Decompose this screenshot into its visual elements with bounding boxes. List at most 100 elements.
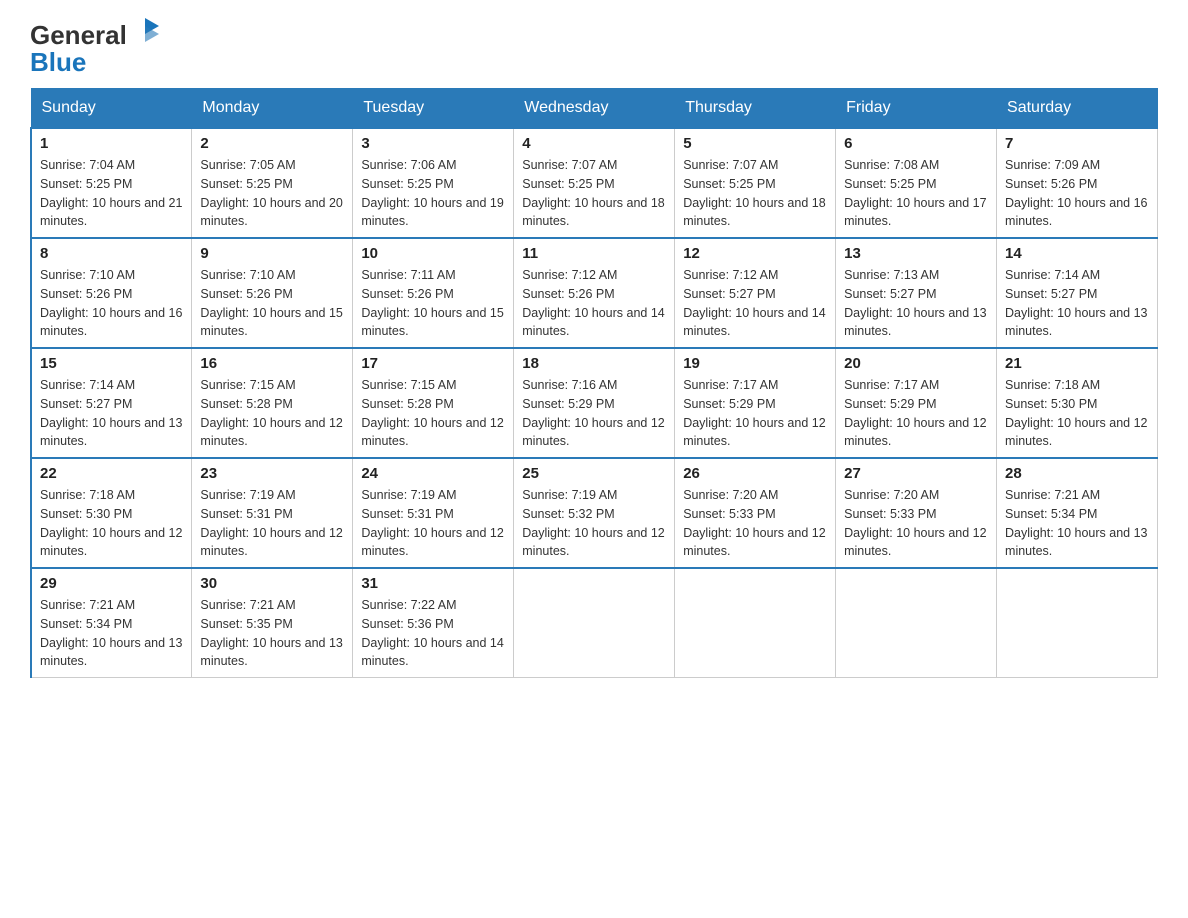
- cell-info: Sunrise: 7:19 AMSunset: 5:32 PMDaylight:…: [522, 486, 666, 561]
- cell-info: Sunrise: 7:09 AMSunset: 5:26 PMDaylight:…: [1005, 156, 1149, 231]
- day-number: 14: [1005, 245, 1149, 262]
- cell-info: Sunrise: 7:17 AMSunset: 5:29 PMDaylight:…: [844, 376, 988, 451]
- cell-info: Sunrise: 7:04 AMSunset: 5:25 PMDaylight:…: [40, 156, 183, 231]
- calendar-cell: 21 Sunrise: 7:18 AMSunset: 5:30 PMDaylig…: [997, 348, 1158, 458]
- cell-info: Sunrise: 7:12 AMSunset: 5:27 PMDaylight:…: [683, 266, 827, 341]
- header-sunday: Sunday: [31, 89, 192, 129]
- page-header: General Blue: [30, 20, 1158, 78]
- calendar-cell: 20 Sunrise: 7:17 AMSunset: 5:29 PMDaylig…: [836, 348, 997, 458]
- weekday-header-row: SundayMondayTuesdayWednesdayThursdayFrid…: [31, 89, 1158, 129]
- calendar-cell: 13 Sunrise: 7:13 AMSunset: 5:27 PMDaylig…: [836, 238, 997, 348]
- calendar-cell: [836, 568, 997, 678]
- calendar-cell: 2 Sunrise: 7:05 AMSunset: 5:25 PMDayligh…: [192, 128, 353, 238]
- cell-info: Sunrise: 7:07 AMSunset: 5:25 PMDaylight:…: [522, 156, 666, 231]
- day-number: 30: [200, 575, 344, 592]
- calendar-cell: 31 Sunrise: 7:22 AMSunset: 5:36 PMDaylig…: [353, 568, 514, 678]
- day-number: 23: [200, 465, 344, 482]
- calendar-cell: 17 Sunrise: 7:15 AMSunset: 5:28 PMDaylig…: [353, 348, 514, 458]
- calendar-cell: 1 Sunrise: 7:04 AMSunset: 5:25 PMDayligh…: [31, 128, 192, 238]
- logo-blue-text: Blue: [30, 47, 86, 78]
- cell-info: Sunrise: 7:14 AMSunset: 5:27 PMDaylight:…: [40, 376, 183, 451]
- cell-info: Sunrise: 7:16 AMSunset: 5:29 PMDaylight:…: [522, 376, 666, 451]
- cell-info: Sunrise: 7:08 AMSunset: 5:25 PMDaylight:…: [844, 156, 988, 231]
- day-number: 3: [361, 135, 505, 152]
- day-number: 12: [683, 245, 827, 262]
- header-thursday: Thursday: [675, 89, 836, 129]
- cell-info: Sunrise: 7:20 AMSunset: 5:33 PMDaylight:…: [683, 486, 827, 561]
- cell-info: Sunrise: 7:17 AMSunset: 5:29 PMDaylight:…: [683, 376, 827, 451]
- cell-info: Sunrise: 7:21 AMSunset: 5:34 PMDaylight:…: [40, 596, 183, 671]
- cell-info: Sunrise: 7:21 AMSunset: 5:34 PMDaylight:…: [1005, 486, 1149, 561]
- cell-info: Sunrise: 7:13 AMSunset: 5:27 PMDaylight:…: [844, 266, 988, 341]
- calendar-cell: 23 Sunrise: 7:19 AMSunset: 5:31 PMDaylig…: [192, 458, 353, 568]
- day-number: 9: [200, 245, 344, 262]
- week-row-5: 29 Sunrise: 7:21 AMSunset: 5:34 PMDaylig…: [31, 568, 1158, 678]
- cell-info: Sunrise: 7:14 AMSunset: 5:27 PMDaylight:…: [1005, 266, 1149, 341]
- cell-info: Sunrise: 7:19 AMSunset: 5:31 PMDaylight:…: [200, 486, 344, 561]
- cell-info: Sunrise: 7:21 AMSunset: 5:35 PMDaylight:…: [200, 596, 344, 671]
- calendar-cell: 12 Sunrise: 7:12 AMSunset: 5:27 PMDaylig…: [675, 238, 836, 348]
- calendar-cell: 7 Sunrise: 7:09 AMSunset: 5:26 PMDayligh…: [997, 128, 1158, 238]
- day-number: 15: [40, 355, 183, 372]
- cell-info: Sunrise: 7:20 AMSunset: 5:33 PMDaylight:…: [844, 486, 988, 561]
- day-number: 28: [1005, 465, 1149, 482]
- day-number: 31: [361, 575, 505, 592]
- day-number: 27: [844, 465, 988, 482]
- calendar-cell: 3 Sunrise: 7:06 AMSunset: 5:25 PMDayligh…: [353, 128, 514, 238]
- calendar-cell: 28 Sunrise: 7:21 AMSunset: 5:34 PMDaylig…: [997, 458, 1158, 568]
- calendar-cell: [514, 568, 675, 678]
- day-number: 26: [683, 465, 827, 482]
- calendar-cell: 19 Sunrise: 7:17 AMSunset: 5:29 PMDaylig…: [675, 348, 836, 458]
- day-number: 7: [1005, 135, 1149, 152]
- header-friday: Friday: [836, 89, 997, 129]
- header-tuesday: Tuesday: [353, 89, 514, 129]
- header-saturday: Saturday: [997, 89, 1158, 129]
- day-number: 4: [522, 135, 666, 152]
- cell-info: Sunrise: 7:06 AMSunset: 5:25 PMDaylight:…: [361, 156, 505, 231]
- calendar-cell: 27 Sunrise: 7:20 AMSunset: 5:33 PMDaylig…: [836, 458, 997, 568]
- calendar-cell: 11 Sunrise: 7:12 AMSunset: 5:26 PMDaylig…: [514, 238, 675, 348]
- day-number: 6: [844, 135, 988, 152]
- calendar-cell: 25 Sunrise: 7:19 AMSunset: 5:32 PMDaylig…: [514, 458, 675, 568]
- calendar-cell: 8 Sunrise: 7:10 AMSunset: 5:26 PMDayligh…: [31, 238, 192, 348]
- cell-info: Sunrise: 7:12 AMSunset: 5:26 PMDaylight:…: [522, 266, 666, 341]
- calendar-cell: 16 Sunrise: 7:15 AMSunset: 5:28 PMDaylig…: [192, 348, 353, 458]
- cell-info: Sunrise: 7:05 AMSunset: 5:25 PMDaylight:…: [200, 156, 344, 231]
- day-number: 2: [200, 135, 344, 152]
- calendar-cell: 14 Sunrise: 7:14 AMSunset: 5:27 PMDaylig…: [997, 238, 1158, 348]
- calendar-cell: [997, 568, 1158, 678]
- cell-info: Sunrise: 7:10 AMSunset: 5:26 PMDaylight:…: [200, 266, 344, 341]
- calendar-cell: 30 Sunrise: 7:21 AMSunset: 5:35 PMDaylig…: [192, 568, 353, 678]
- day-number: 16: [200, 355, 344, 372]
- cell-info: Sunrise: 7:10 AMSunset: 5:26 PMDaylight:…: [40, 266, 183, 341]
- calendar-table: SundayMondayTuesdayWednesdayThursdayFrid…: [30, 88, 1158, 678]
- day-number: 18: [522, 355, 666, 372]
- calendar-cell: [675, 568, 836, 678]
- day-number: 21: [1005, 355, 1149, 372]
- calendar-cell: 24 Sunrise: 7:19 AMSunset: 5:31 PMDaylig…: [353, 458, 514, 568]
- week-row-3: 15 Sunrise: 7:14 AMSunset: 5:27 PMDaylig…: [31, 348, 1158, 458]
- calendar-cell: 26 Sunrise: 7:20 AMSunset: 5:33 PMDaylig…: [675, 458, 836, 568]
- cell-info: Sunrise: 7:15 AMSunset: 5:28 PMDaylight:…: [361, 376, 505, 451]
- cell-info: Sunrise: 7:19 AMSunset: 5:31 PMDaylight:…: [361, 486, 505, 561]
- day-number: 8: [40, 245, 183, 262]
- calendar-cell: 29 Sunrise: 7:21 AMSunset: 5:34 PMDaylig…: [31, 568, 192, 678]
- cell-info: Sunrise: 7:11 AMSunset: 5:26 PMDaylight:…: [361, 266, 505, 341]
- cell-info: Sunrise: 7:18 AMSunset: 5:30 PMDaylight:…: [40, 486, 183, 561]
- cell-info: Sunrise: 7:07 AMSunset: 5:25 PMDaylight:…: [683, 156, 827, 231]
- calendar-cell: 5 Sunrise: 7:07 AMSunset: 5:25 PMDayligh…: [675, 128, 836, 238]
- logo-flag-icon: [129, 16, 161, 48]
- header-monday: Monday: [192, 89, 353, 129]
- week-row-4: 22 Sunrise: 7:18 AMSunset: 5:30 PMDaylig…: [31, 458, 1158, 568]
- day-number: 11: [522, 245, 666, 262]
- header-wednesday: Wednesday: [514, 89, 675, 129]
- day-number: 19: [683, 355, 827, 372]
- calendar-cell: 15 Sunrise: 7:14 AMSunset: 5:27 PMDaylig…: [31, 348, 192, 458]
- calendar-cell: 22 Sunrise: 7:18 AMSunset: 5:30 PMDaylig…: [31, 458, 192, 568]
- day-number: 1: [40, 135, 183, 152]
- day-number: 22: [40, 465, 183, 482]
- logo: General Blue: [30, 20, 161, 78]
- day-number: 13: [844, 245, 988, 262]
- week-row-1: 1 Sunrise: 7:04 AMSunset: 5:25 PMDayligh…: [31, 128, 1158, 238]
- calendar-cell: 9 Sunrise: 7:10 AMSunset: 5:26 PMDayligh…: [192, 238, 353, 348]
